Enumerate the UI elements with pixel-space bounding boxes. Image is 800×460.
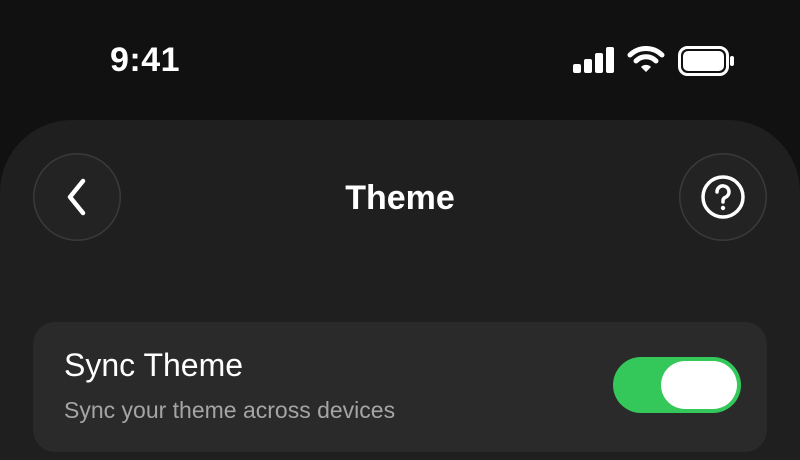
sync-theme-label: Sync Theme (64, 347, 244, 383)
toggle-knob (661, 361, 737, 409)
sync-theme-description: Sync your theme across devices (64, 397, 396, 423)
status-bar: 9:41 (0, 0, 800, 110)
sync-theme-card: Sync Theme Sync your theme across device… (33, 322, 767, 452)
back-button[interactable] (33, 153, 121, 241)
battery-icon (678, 46, 734, 76)
status-time: 9:41 (110, 41, 181, 79)
wifi-icon (627, 46, 665, 72)
signal-icon (573, 47, 614, 73)
sync-theme-toggle[interactable] (613, 357, 741, 413)
question-circle-icon (701, 175, 745, 219)
help-button[interactable] (679, 153, 767, 241)
page-title: Theme (345, 179, 455, 217)
chevron-left-icon (67, 178, 86, 216)
